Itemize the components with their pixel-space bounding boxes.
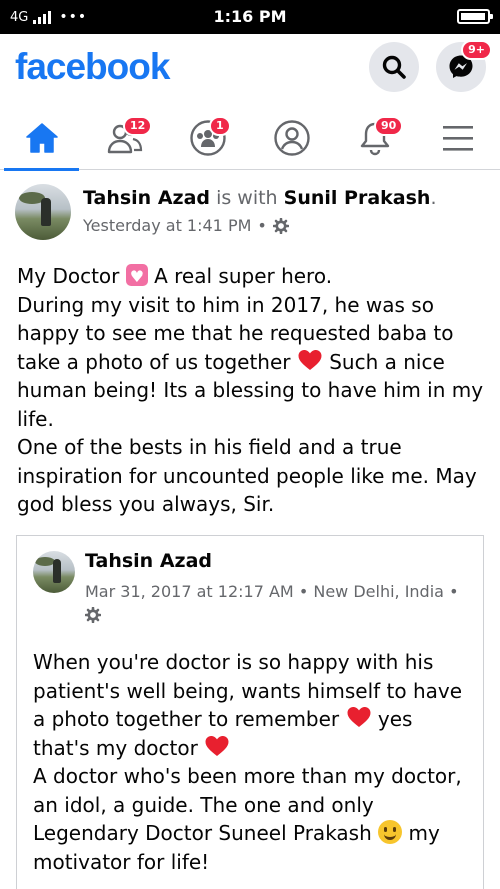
messenger-button[interactable]: 9+ — [436, 40, 492, 92]
heart-emoji — [347, 707, 371, 727]
groups-badge: 1 — [209, 116, 231, 136]
status-bar: 4G ••• 1:16 PM — [0, 0, 500, 34]
search-button[interactable] — [369, 42, 419, 92]
shared-line: that's my doctor — [33, 734, 478, 763]
profile-icon — [273, 120, 310, 156]
post-line: happy to see me that he requested baba t… — [17, 321, 454, 345]
shared-author-name[interactable]: Tahsin Azad — [85, 550, 212, 572]
shared-meta: Mar 31, 2017 at 12:17 AM • New Delhi, In… — [84, 580, 470, 628]
messenger-badge: 9+ — [461, 40, 492, 60]
menu-icon — [442, 126, 473, 151]
tab-home[interactable] — [0, 106, 83, 171]
post-line: human being! Its a blessing to have him … — [17, 378, 484, 402]
tab-notifications[interactable]: 90 — [333, 106, 416, 170]
notifications-badge: 90 — [374, 116, 404, 136]
clock: 1:16 PM — [213, 7, 287, 26]
tab-bar: 12 1 90 — [0, 106, 500, 171]
avatar[interactable] — [15, 184, 71, 240]
tab-menu[interactable] — [416, 106, 499, 170]
shared-line: When you're doctor is so happy with his — [33, 650, 434, 674]
shared-line: patient's well being, wants himself to h… — [33, 678, 463, 703]
shared-line: Legendary Doctor Suneel Prakash my — [33, 820, 440, 845]
battery-icon — [457, 9, 493, 24]
post-line: My Doctor A real super hero. — [17, 262, 489, 292]
tab-profile[interactable] — [250, 106, 333, 170]
heart-box-emoji — [125, 263, 148, 292]
shared-line: A doctor who's been more than my doctor, — [33, 764, 462, 788]
home-icon — [25, 123, 58, 153]
post-body: My Doctor A real super hero. During my v… — [17, 262, 489, 519]
tagged-suffix: . — [430, 187, 437, 209]
shared-line: an idol, a guide. The one and only — [33, 792, 374, 817]
heart-emoji — [298, 349, 322, 370]
heart-emoji — [205, 735, 229, 756]
author-name[interactable]: Tahsin Azad — [83, 187, 210, 209]
with-text: is with — [216, 187, 278, 209]
post-line: life. — [17, 406, 54, 431]
feed-post: Tahsin Azad is with Sunil Prakash. Yeste… — [0, 171, 500, 889]
post-line: take a photo of us together Such a nice — [17, 349, 445, 374]
shared-location[interactable]: New Delhi, India — [313, 582, 444, 601]
search-icon — [382, 55, 406, 79]
shared-post[interactable]: Tahsin Azad Mar 31, 2017 at 12:17 AM • N… — [16, 535, 484, 889]
post-line: One of the bests in his field and a true — [17, 435, 402, 459]
tab-friends[interactable]: 12 — [83, 106, 166, 170]
post-line: During my visit to him in 2017, he was s… — [17, 292, 434, 317]
app-header: facebook 9+ — [0, 34, 500, 106]
meta-separator: • — [298, 582, 309, 601]
post-line: inspiration for uncounted people like me… — [17, 463, 477, 488]
post-time[interactable]: Yesterday at 1:41 PM — [83, 216, 251, 235]
tab-groups[interactable]: 1 — [166, 106, 249, 170]
shared-body: When you're doctor is so happy with his … — [33, 648, 478, 876]
gear-icon — [84, 606, 102, 624]
gear-icon — [272, 217, 289, 234]
tagged-name[interactable]: Sunil Prakash — [284, 187, 431, 209]
shared-line: motivator for life! — [33, 849, 210, 874]
shared-line: a photo together to remember yes — [33, 707, 413, 731]
meta-separator: • — [257, 216, 267, 235]
meta-separator: • — [449, 582, 459, 601]
facebook-logo[interactable]: facebook — [15, 46, 170, 88]
post-line: god bless you always, Sir. — [17, 492, 275, 516]
friends-badge: 12 — [123, 116, 153, 136]
post-header: Tahsin Azad is with Sunil Prakash. — [83, 185, 436, 211]
shared-avatar[interactable] — [33, 551, 75, 593]
smile-emoji — [378, 820, 403, 844]
shared-date[interactable]: Mar 31, 2017 at 12:17 AM — [85, 582, 294, 601]
post-meta: Yesterday at 1:41 PM • — [83, 216, 289, 235]
